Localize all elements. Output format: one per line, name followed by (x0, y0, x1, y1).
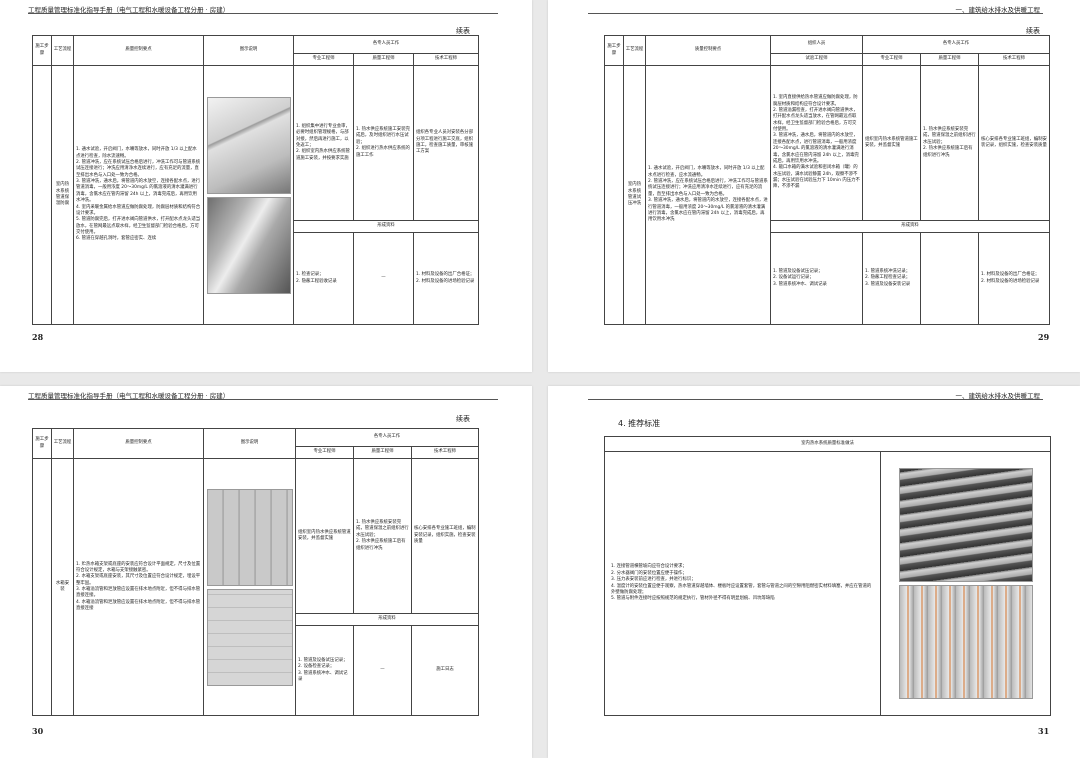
photo-tank-unit (206, 588, 293, 686)
role-professional: 专业工程师 (862, 53, 921, 66)
formed-docs-quality: — (353, 625, 412, 716)
formed-docs-heading: 形成资料 (769, 220, 1051, 233)
section-heading: 4. 推荐标准 (618, 419, 661, 428)
control-points: 1. 贮热水箱支架或底座的安装应符合设计平面规定，尺寸及位置符合设计规定，水箱与… (73, 458, 204, 716)
header-rule (588, 13, 1043, 14)
role-test: 试验工程师 (770, 53, 863, 66)
col-header-process: 工艺流程 (51, 428, 74, 459)
pro-engineer-work: 组织室内热水供应系统管道安装，并监督实施 (295, 458, 354, 614)
role-technical: 技术工程师 (977, 53, 1051, 66)
illustration-cell (203, 65, 294, 325)
col-header-process: 工艺流程 (623, 35, 646, 66)
col-header-staff: 各专人员工作 (294, 428, 480, 447)
quality-engineer-work: 1. 热水供应系统安装完成，管道保温之前组织进行水压试验； 2. 热水供应系统施… (353, 458, 412, 614)
page-30: 工程质量管理标准化指导手册（电气工程和水暖设备工程分册 · 房建） 续表 施工步… (0, 386, 532, 758)
photo-manifold-pipes (898, 585, 1033, 699)
test-engineer-work: 1. 室内直接供给热水管道应做防腐处理，防腐层材质和结构应符合设计要求。 2. … (770, 65, 863, 221)
formed-docs-pro: 1. 检查记录； 2. 隐蔽工程验收记录 (293, 232, 354, 325)
tech-engineer-work: 核心安排各专业施工班组，编制安装记录，组织实施，检查安装质量 (977, 65, 1051, 221)
formed-docs-tech: 施工日志 (410, 625, 480, 716)
page-29: 一、建筑给水排水及供暖工程 续表 施工步骤 工艺流程 质量控制要点 组织人员 各… (548, 0, 1080, 372)
table-title: 室内热水系统质量标准做法 (603, 436, 1052, 452)
quality-control-table: 施工步骤 工艺流程 质量控制要点 图示说明 各专人员工作 专业工程师 质量工程师… (32, 35, 480, 325)
photo-water-tank (206, 488, 293, 586)
col-header-points: 质量控制要点 (645, 35, 771, 66)
page-28: 工程质量管理标准化指导手册（电气工程和水暖设备工程分册 · 房建） 续表 施工步… (0, 0, 532, 372)
photo-pipe-ceiling (206, 96, 291, 194)
illustration-cell (203, 458, 296, 716)
col-header-points: 质量控制要点 (73, 35, 204, 66)
step-name: 水箱安装 (51, 458, 74, 716)
header-rule (588, 399, 1043, 400)
page-31: 一、建筑给水排水及供暖工程 4. 推荐标准 室内热水系统质量标准做法 1. 连接… (548, 386, 1080, 758)
col-header-step: 施工步骤 (32, 428, 52, 459)
tech-engineer-work: 核心安排各专业施工班组，编制安装记录，组织实施，检查安装质量 (410, 458, 480, 614)
header-rule (28, 13, 498, 14)
formed-docs-test: 1. 管道及设备试压记录； 2. 设备试运行记录； 3. 管道系统冲水、调试记录 (770, 232, 863, 325)
col-header-process: 工艺流程 (51, 35, 74, 66)
col-header-staff: 各专人员工作 (292, 35, 480, 54)
pro-engineer-work: 组织室内热水系统管道施工安装，并监督实施 (862, 65, 921, 221)
page-number: 28 (32, 332, 44, 342)
header-rule (28, 399, 498, 400)
quality-control-table: 施工步骤 工艺流程 质量控制要点 图示说明 各专人员工作 专业工程师 质量工程师… (32, 428, 480, 716)
formed-docs-heading: 形成资料 (294, 613, 480, 626)
role-quality: 质量工程师 (353, 446, 412, 459)
role-professional: 专业工程师 (293, 53, 354, 66)
col-header-organizer: 组织人员 (770, 35, 863, 54)
formed-docs-tech: 1. 材料及设备的出厂合格证； 2. 材料及设备的进场检验记录 (412, 232, 480, 325)
formed-docs-quality: — (353, 232, 414, 325)
quality-control-table: 施工步骤 工艺流程 质量控制要点 组织人员 各专人员工作 试验工程师 专业工程师… (604, 35, 1051, 325)
control-points: 1. 通水试验，开启阀门，水嘴等放水，同时开放 1/3 以上配水点进行检查，应水… (645, 65, 771, 325)
standard-points: 1. 连接管道横管坡向应符合设计要求； 2. 分水器阀门的安装位置应便于操作； … (604, 451, 881, 716)
role-quality: 质量工程师 (353, 53, 414, 66)
illustration-cell (879, 451, 1052, 716)
col-header-points: 质量控制要点 (73, 428, 204, 459)
formed-docs-pro: 1. 管道及设备试压记录； 2. 设备检查记录； 3. 管道系统冲水、调试记录 (295, 625, 354, 716)
continued-label: 续表 (456, 415, 470, 423)
step-name: 室内热水系统管道试压冲洗 (623, 65, 646, 325)
step-name: 室内热水系统管道保温防腐 (51, 65, 74, 325)
col-header-step: 施工步骤 (32, 35, 52, 66)
role-technical: 技术工程师 (412, 53, 480, 66)
page-number: 30 (32, 726, 44, 736)
page-number: 31 (1038, 726, 1050, 736)
col-header-illustration: 图示说明 (203, 428, 296, 459)
col-header-staff: 各专人员工作 (861, 35, 1051, 54)
photo-ceiling-pipes (898, 468, 1033, 582)
photo-pipe-wall (206, 196, 291, 294)
formed-docs-pro: 1. 管道系统冲洗记录； 2. 隐蔽工程检查记录； 3. 管道及设备安装记录 (862, 232, 921, 325)
pro-engineer-work: 1. 组织集中进行专业会审，必要时组织管理规格，与部对接，然后再进行施工，以免返… (293, 65, 354, 221)
formed-docs-heading: 形成资料 (292, 220, 480, 233)
tech-engineer-work: 组织各专业人员对安装各分部分项工程进行施工交底，组织施工，检查施工质量，审核施工… (412, 65, 480, 221)
formed-docs-tech: 1. 材料及设备的出厂合格证； 2. 材料及设备的进场检验记录 (977, 232, 1051, 325)
standard-practice-table: 室内热水系统质量标准做法 1. 连接管道横管坡向应符合设计要求； 2. 分水器阀… (603, 436, 1052, 716)
control-points: 1. 通水试验，开启阀门，水嘴等放水，同时开放 1/3 以上配水点进行检查，除水… (73, 65, 204, 325)
quality-engineer-work: 1. 热水供应系统安装完成，管道保温之前组织进行水压试验； 2. 热水供应系统施… (920, 65, 979, 221)
col-header-illustration: 图示说明 (203, 35, 294, 66)
col-header-step: 施工步骤 (604, 35, 624, 66)
role-professional: 专业工程师 (295, 446, 354, 459)
role-technical: 技术工程师 (410, 446, 480, 459)
page-number: 29 (1038, 332, 1050, 342)
role-quality: 质量工程师 (920, 53, 979, 66)
quality-engineer-work: 1. 热水供应系统施工安装完成后，及时组织进行水压试验； 2. 组织进行热水供应… (353, 65, 414, 221)
